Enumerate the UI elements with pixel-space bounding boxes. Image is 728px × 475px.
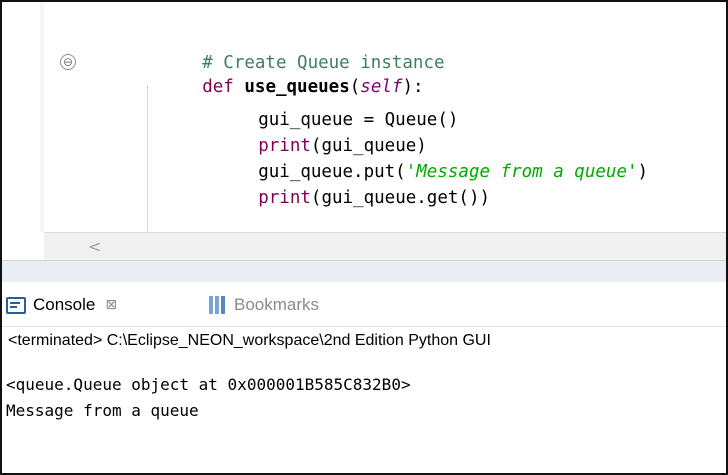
tab-console[interactable]: Console ⊠ [6,292,117,318]
code-line-def: def use_queues(self): [139,48,423,97]
view-tabs: Console ⊠ Bookmarks [2,282,726,327]
put-close: ) [637,162,649,182]
console-icon [6,296,26,314]
ide-window: ⊖ # Create Queue instance def use_queues… [0,0,728,475]
tab-console-label: Console [33,295,96,314]
print-get-args: (gui_queue.get()) [310,188,491,208]
panel-divider[interactable] [2,260,726,283]
scroll-left-icon[interactable]: < [88,237,101,256]
editor-ruler [40,2,44,232]
tab-bookmarks[interactable]: Bookmarks [208,292,319,318]
code-line-print-queue: print(gui_queue) [195,107,427,156]
horizontal-scrollbar[interactable]: < [44,232,726,261]
code-editor[interactable]: ⊖ # Create Queue instance def use_queues… [2,2,726,261]
close-icon[interactable]: ⊠ [105,297,117,313]
console-status: <terminated> C:\Eclipse_NEON_workspace\2… [8,332,491,349]
bookmarks-icon [208,296,228,314]
collapse-icon[interactable]: ⊖ [60,54,76,70]
print-keyword: print [258,188,311,208]
code-line-print-get: print(gui_queue.get()) [195,159,490,208]
console-output-line: Message from a queue [6,401,199,420]
console-output-line: <queue.Queue object at 0x000001B585C832B… [6,375,411,394]
code-line-queue-create: gui_queue = Queue() [195,81,458,130]
code-line-put: gui_queue.put('Message from a queue') [195,133,648,182]
tab-bookmarks-label: Bookmarks [234,295,320,314]
code-line-comment: # Create Queue instance [139,24,444,73]
console-panel: Console ⊠ Bookmarks <terminated> C:\Ecli… [2,282,726,473]
